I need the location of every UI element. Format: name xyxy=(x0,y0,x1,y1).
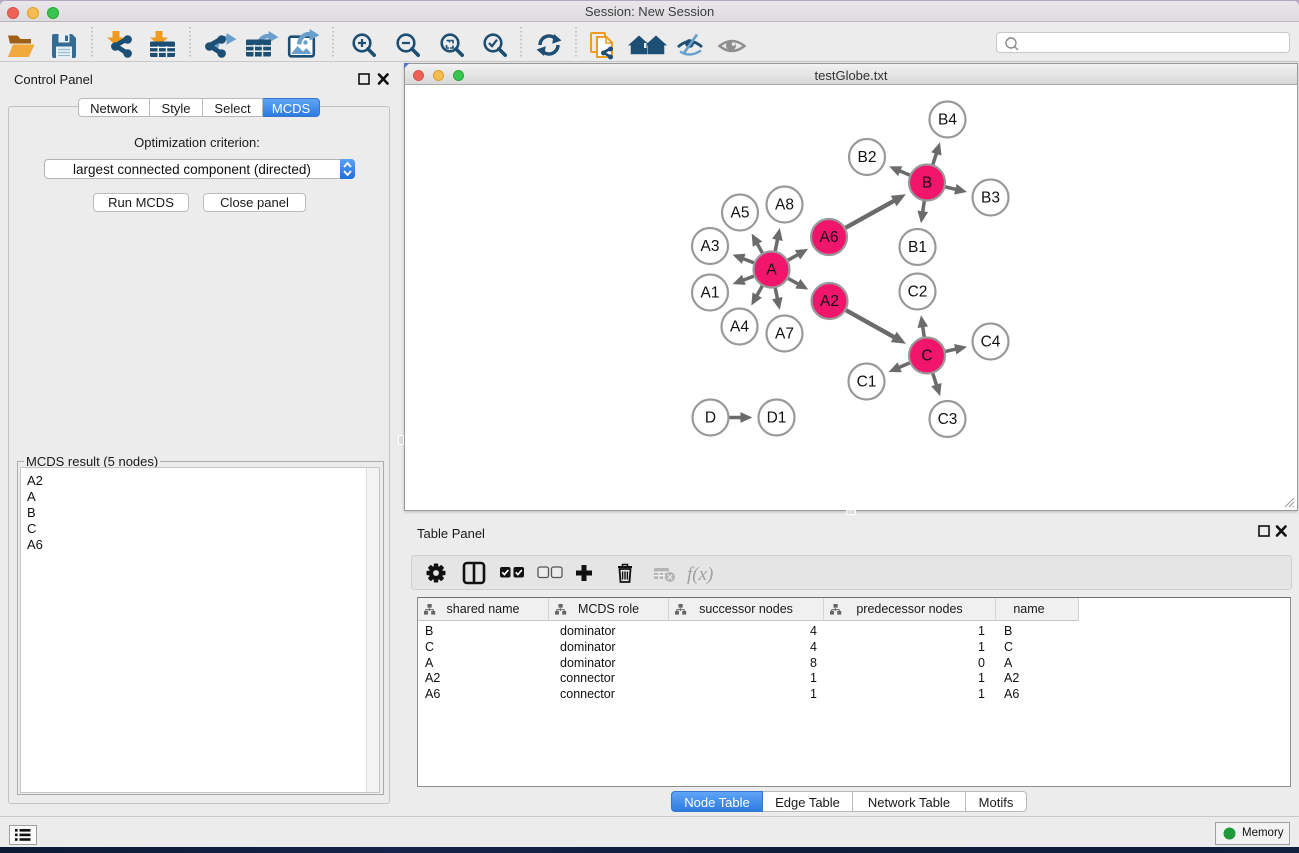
svg-text:f(x): f(x) xyxy=(687,564,713,585)
svg-text:B2: B2 xyxy=(858,149,877,166)
svg-text:D1: D1 xyxy=(767,410,787,427)
svg-text:A4: A4 xyxy=(730,319,749,336)
svg-text:D: D xyxy=(705,410,716,427)
svg-text:A8: A8 xyxy=(775,197,794,214)
svg-text:B3: B3 xyxy=(981,190,1000,207)
svg-text:B1: B1 xyxy=(908,239,927,256)
svg-text:C2: C2 xyxy=(908,284,928,301)
svg-text:B: B xyxy=(922,175,932,192)
svg-text:C1: C1 xyxy=(857,374,877,391)
svg-text:A1: A1 xyxy=(701,285,720,302)
svg-text:C: C xyxy=(921,348,932,365)
svg-text:A5: A5 xyxy=(731,205,750,222)
svg-text:A: A xyxy=(766,262,777,279)
svg-text:A7: A7 xyxy=(775,326,794,343)
svg-text:C3: C3 xyxy=(938,411,958,428)
svg-text:A6: A6 xyxy=(820,229,839,246)
svg-text:C4: C4 xyxy=(981,334,1001,351)
svg-text:B4: B4 xyxy=(938,112,957,129)
svg-text:A2: A2 xyxy=(820,293,839,310)
svg-text:A3: A3 xyxy=(701,238,720,255)
